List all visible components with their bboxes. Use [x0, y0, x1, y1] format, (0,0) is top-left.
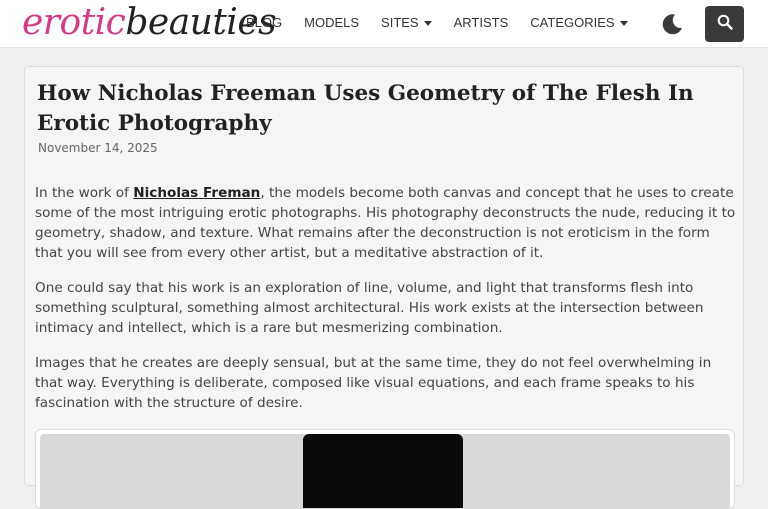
- paragraph-3: Images that he creates are deeply sensua…: [35, 355, 712, 411]
- nav-item-categories[interactable]: CATEGORIES: [530, 15, 628, 30]
- image-figure: [303, 434, 463, 508]
- article-body: In the work of Nicholas Freman, the mode…: [35, 183, 739, 428]
- main-nav: BLOG MODELS SITES ARTISTS CATEGORIES: [246, 15, 650, 30]
- moon-icon[interactable]: [660, 12, 684, 36]
- caret-down-icon: [619, 20, 628, 26]
- article-image[interactable]: [40, 434, 730, 508]
- nav-item-models[interactable]: MODELS: [304, 15, 359, 30]
- paragraph-1: In the work of Nicholas Freman, the mode…: [35, 183, 739, 263]
- site-logo[interactable]: eroticbeauties: [22, 2, 277, 46]
- top-navbar: eroticbeauties BLOG MODELS SITES ARTISTS…: [0, 0, 768, 48]
- search-icon: [717, 14, 733, 34]
- p1-before: In the work of: [35, 185, 134, 201]
- article-date: November 14, 2025: [38, 141, 158, 155]
- search-button[interactable]: [705, 6, 744, 42]
- logo-text-erotic: erotic: [22, 2, 126, 43]
- nav-item-blog[interactable]: BLOG: [246, 15, 282, 30]
- paragraph-2: One could say that his work is an explor…: [35, 280, 704, 336]
- nav-item-sites[interactable]: SITES: [381, 15, 432, 30]
- nav-label: ARTISTS: [453, 15, 509, 30]
- artist-link[interactable]: Nicholas Freman: [133, 185, 260, 201]
- nav-label: MODELS: [304, 15, 360, 30]
- article-title: How Nicholas Freeman Uses Geometry of Th…: [37, 81, 694, 136]
- nav-label: BLOG: [246, 15, 283, 30]
- article-image-frame: [35, 429, 735, 509]
- caret-down-icon: [423, 20, 432, 26]
- article-card: How Nicholas Freeman Uses Geometry of Th…: [24, 66, 744, 509]
- nav-item-artists[interactable]: ARTISTS: [454, 15, 509, 30]
- nav-label: SITES: [381, 15, 419, 30]
- nav-label: CATEGORIES: [530, 15, 615, 30]
